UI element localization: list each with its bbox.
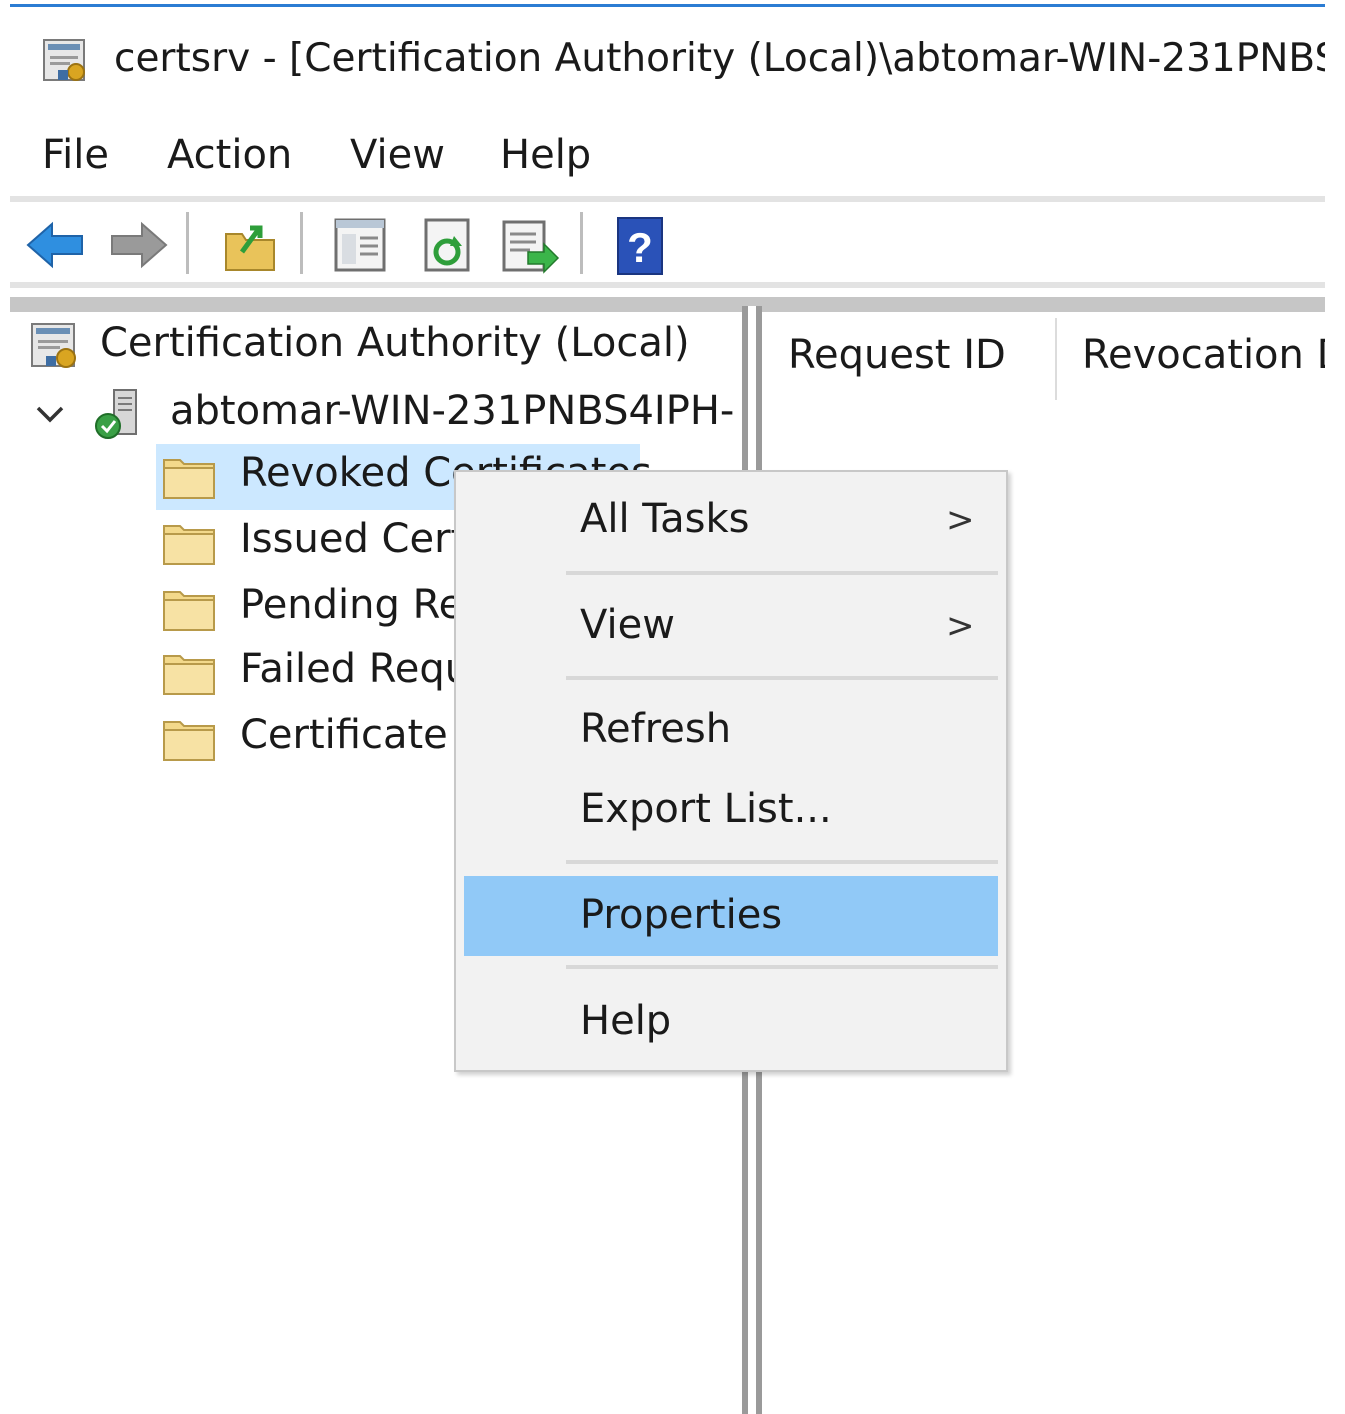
chevron-right-icon: > [946, 500, 975, 540]
tree-server-label[interactable]: abtomar-WIN-231PNBS4IPH- [170, 388, 740, 434]
help-icon[interactable]: ? [614, 212, 666, 278]
back-arrow-icon[interactable] [24, 212, 88, 278]
context-menu [454, 470, 1008, 1072]
tree-pane-top-border [10, 306, 742, 312]
context-menu-separator [566, 965, 998, 969]
folder-icon [163, 459, 215, 499]
chevron-down-icon[interactable] [32, 396, 68, 432]
certificate-authority-icon [43, 39, 85, 81]
tree-item-failed-requests[interactable]: Failed Requ [240, 646, 470, 692]
menu-help[interactable]: Help [500, 132, 591, 178]
tree-item-pending-requests[interactable]: Pending Re [240, 582, 463, 628]
context-menu-separator [566, 676, 998, 680]
folder-icon [163, 721, 215, 761]
menu-action[interactable]: Action [167, 132, 292, 178]
folder-icon [163, 525, 215, 565]
up-folder-icon[interactable] [220, 212, 280, 278]
show-hide-console-tree-icon[interactable] [330, 212, 390, 278]
tree-item-issued-certificates[interactable]: Issued Cert [240, 516, 466, 562]
refresh-icon[interactable] [420, 212, 476, 278]
context-menu-view[interactable]: View [580, 602, 675, 648]
tree-item-certificate-templates[interactable]: Certificate T [240, 712, 485, 758]
context-menu-refresh[interactable]: Refresh [580, 706, 731, 752]
context-menu-help[interactable]: Help [580, 998, 671, 1044]
context-menu-separator [566, 571, 998, 575]
column-divider[interactable] [1055, 318, 1057, 400]
toolbar-separator [300, 212, 303, 274]
column-header-request-id[interactable]: Request ID [788, 332, 1006, 378]
toolbar-divider [10, 297, 1325, 306]
window-accent-line [10, 4, 1325, 7]
context-menu-all-tasks[interactable]: All Tasks [580, 496, 749, 542]
certificate-authority-icon [31, 323, 76, 368]
menu-view[interactable]: View [350, 132, 445, 178]
forward-arrow-icon[interactable] [106, 212, 170, 278]
toolbar-separator [580, 212, 583, 274]
tree-root-label[interactable]: Certification Authority (Local) [100, 320, 690, 366]
help-glyph: ? [627, 224, 653, 271]
toolbar-divider [10, 282, 1325, 288]
context-menu-properties[interactable]: Properties [580, 892, 782, 938]
ca-server-icon [95, 389, 137, 439]
context-menu-export-list[interactable]: Export List... [580, 786, 832, 832]
export-list-icon[interactable] [500, 212, 560, 278]
menu-file[interactable]: File [42, 132, 109, 178]
details-pane-top-border [762, 306, 1325, 312]
toolbar-separator [186, 212, 189, 274]
column-header-revocation-date[interactable]: Revocation D [1082, 332, 1325, 378]
chevron-right-icon: > [946, 606, 975, 646]
menubar-divider [10, 196, 1325, 202]
window-title: certsrv - [Certification Authority (Loca… [114, 36, 1325, 81]
context-menu-separator [566, 860, 998, 864]
folder-icon [163, 655, 215, 695]
folder-icon [163, 591, 215, 631]
tree-item-label: Revoked Ce [240, 450, 476, 496]
